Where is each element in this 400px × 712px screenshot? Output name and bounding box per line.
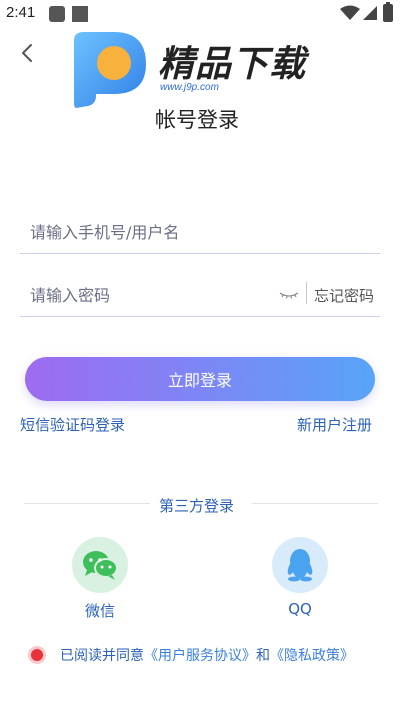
wechat-icon-circle [72,537,128,593]
forgot-password-link[interactable]: 忘记密码 [314,285,374,306]
page-title: 帐号登录 [155,108,239,132]
qq-icon-circle [272,537,328,593]
phone-field [20,210,380,254]
qq-login-button[interactable]: QQ [265,537,335,618]
notification-icon [49,6,65,22]
status-time: 2:41 [6,4,36,21]
password-field: 忘记密码 [20,273,380,317]
agreement-and: 和 [256,648,270,664]
wechat-login-button[interactable]: 微信 [65,537,135,621]
agreement-radio[interactable] [28,646,46,664]
qq-icon [287,549,313,582]
wifi-icon [340,5,360,20]
qq-label: QQ [288,600,312,618]
eye-closed-icon[interactable] [278,285,300,303]
login-button[interactable]: 立即登录 [25,357,375,401]
wechat-icon [83,551,118,580]
logo-text: 精品下载 [158,44,307,85]
logo-icon [74,32,146,108]
notification-icon [72,6,88,22]
agreement-row: 已阅读并同意 《用户服务协议》 和 《隐私政策》 [28,644,354,666]
divider [252,503,378,504]
wechat-label: 微信 [84,602,115,620]
divider [306,282,307,304]
signal-icon [363,6,377,20]
privacy-policy-link[interactable]: 《隐私政策》 [270,645,354,665]
password-input[interactable] [30,281,270,309]
sms-login-link[interactable]: 短信验证码登录 [20,414,125,435]
agreement-prefix: 已阅读并同意 [60,648,144,664]
chevron-left-icon[interactable] [14,40,40,66]
logo-url: www.j9p.com [160,82,219,93]
battery-icon [383,2,393,22]
register-link[interactable]: 新用户注册 [297,414,372,435]
third-party-title: 第三方登录 [159,497,235,515]
status-bar: 2:41 [0,0,400,28]
service-agreement-link[interactable]: 《用户服务协议》 [144,645,256,665]
divider [24,503,150,504]
phone-input[interactable] [30,218,270,246]
